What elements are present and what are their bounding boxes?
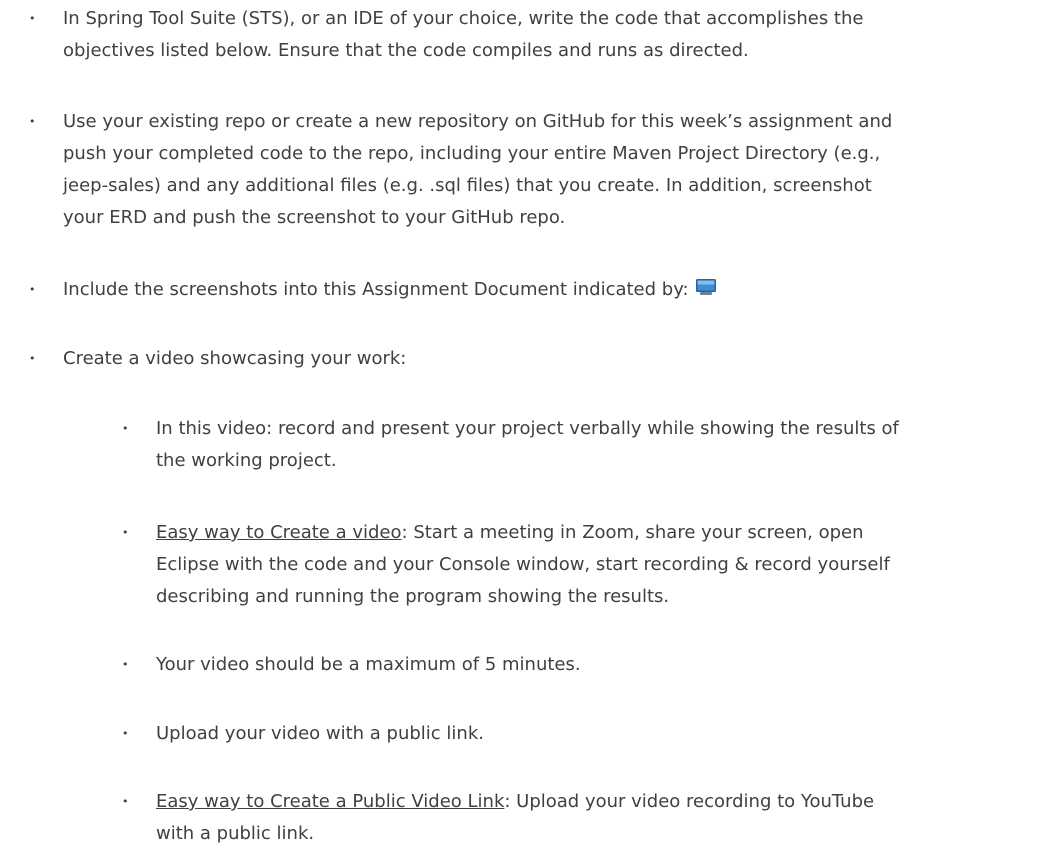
bullet: •: [122, 526, 129, 539]
text-line: Your video should be a maximum of 5 minu…: [156, 654, 581, 675]
text-line: In Spring Tool Suite (STS), or an IDE of…: [63, 8, 864, 29]
assignment-document: • In Spring Tool Suite (STS), or an IDE …: [0, 0, 1062, 844]
video-subitem-upload: Upload your video with a public link.: [156, 718, 1046, 750]
instruction-item-github: Use your existing repo or create a new r…: [63, 106, 1043, 234]
monitor-icon: [695, 279, 716, 295]
text-line: Include the screenshots into this Assign…: [63, 274, 1043, 306]
instruction-item-ide: In Spring Tool Suite (STS), or an IDE of…: [63, 3, 1043, 67]
bullet: •: [29, 115, 36, 128]
instruction-item-screenshots: Include the screenshots into this Assign…: [63, 274, 1043, 306]
text-line: describing and running the program showi…: [156, 586, 670, 607]
text-line: Easy way to Create a Public Video Link: …: [156, 786, 1046, 818]
instruction-item-video: Create a video showcasing your work:: [63, 343, 1043, 375]
text-line: Easy way to Create a video: Start a meet…: [156, 517, 1046, 549]
bullet: •: [122, 658, 129, 671]
video-subitem-duration: Your video should be a maximum of 5 minu…: [156, 649, 1046, 681]
text-line: Eclipse with the code and your Console w…: [156, 554, 890, 575]
text-line: Create a video showcasing your work:: [63, 348, 407, 369]
bullet: •: [122, 422, 129, 435]
text-line: your ERD and push the screenshot to your…: [63, 207, 566, 228]
text-line: In this video: record and present your p…: [156, 418, 899, 439]
easy-way-public-link: Easy way to Create a Public Video Link: [156, 791, 505, 812]
bullet: •: [29, 283, 36, 296]
bullet: •: [29, 352, 36, 365]
text-line: jeep-sales) and any additional files (e.…: [63, 175, 872, 196]
text-fragment: : Start a meeting in Zoom, share your sc…: [401, 522, 864, 543]
video-subitem-easy-way: Easy way to Create a video: Start a meet…: [156, 517, 1046, 613]
bullet: •: [122, 727, 129, 740]
video-subitem-public-link: Easy way to Create a Public Video Link: …: [156, 786, 1046, 850]
easy-way-video-link: Easy way to Create a video: [156, 522, 402, 543]
screenshots-text: Include the screenshots into this Assign…: [63, 279, 689, 300]
text-line: the working project.: [156, 450, 337, 471]
text-line: push your completed code to the repo, in…: [63, 143, 881, 164]
bullet: •: [122, 795, 129, 808]
text-line: Upload your video with a public link.: [156, 723, 484, 744]
text-fragment: : Upload your video recording to YouTube: [504, 791, 875, 812]
bullet: •: [29, 12, 36, 25]
text-line: objectives listed below. Ensure that the…: [63, 40, 749, 61]
text-line: Use your existing repo or create a new r…: [63, 111, 893, 132]
video-subitem-record: In this video: record and present your p…: [156, 413, 1046, 477]
text-line: with a public link.: [156, 823, 315, 844]
